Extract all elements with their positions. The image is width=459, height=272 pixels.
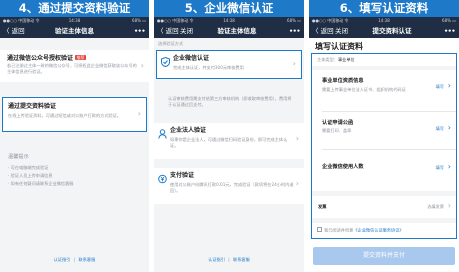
fill-button[interactable]: 填写 [436,165,444,171]
option-wechat-official-account[interactable]: 通过微信公众号授权验证 推荐 若已注册过主体一致的微信公众号，可授权此企业微信获… [0,50,149,82]
agreement-link[interactable]: 《企业微信认证服务协议》 [353,228,403,233]
option-title: 通过提交资料验证 [8,103,57,110]
subject-type: 主体类型：事业单位 [317,57,355,63]
row-description: 需要打印、盖章 [322,128,352,133]
option-title: 企业微信认证 [173,55,210,62]
payment-icon [158,174,167,184]
guide-link[interactable]: 认证指引 [54,257,71,262]
row-title: 企业微信使用人数 [322,164,364,170]
panel-fill-certification-info: 6、填写认证资料 ●●○○ 中国移动 令 14:38 68% ▭ 〈 返回 关闭… [309,0,459,272]
option-description: 在线上传验证资料，可通过短信或对公账户打款的方式验证。 [8,113,122,118]
nav-title: 提交资料认证 [372,27,412,35]
more-menu-button[interactable]: ••• [134,24,145,38]
section-label: 选择验证方式 [158,41,184,46]
contact-service-link[interactable]: 联系客服 [79,257,96,262]
divider [312,218,456,223]
panel-wework-certification: 5、企业微信认证 ●●○○ 中国移动 令 14:38 68% ▭ 〈 返回 关闭… [154,0,304,272]
row-user-count[interactable]: 企业微信使用人数 填写 › [312,154,456,184]
option-title: 通过微信公众号授权验证 [7,55,74,62]
agreement-checkbox[interactable] [317,227,322,232]
fill-button[interactable]: 填写 [436,126,444,132]
nav-bar: 〈 返回 关闭 验证主体信息 ••• [154,24,304,38]
status-bar: ●●○○ 中国移动 令 14:38 68% ▭ [309,17,459,24]
page-content: 填写认证资料 主体类型：事业单位 事业单位资质信息 需要上传事业单位法人证书、组… [309,38,459,272]
nav-bar: 〈 返回 验证主体信息 ••• [0,24,149,38]
tip-item: · 验证人员上传申请信息 [8,173,53,178]
carrier-label: ●●○○ 中国移动 令 [157,18,194,23]
row-invoice[interactable]: 发票 选填发票 › [312,199,456,215]
clock: 14:38 [378,18,390,23]
option-description: 使用对公账户向腾讯打款0.01元，完成验证（款项将在24小时内退回）。 [170,182,294,193]
option-title: 支付验证 [170,172,195,179]
page-content: 通过微信公众号授权验证 推荐 若已注册过主体一致的微信公众号，可授权此企业微信获… [0,38,149,272]
status-bar: ●●○○ 中国移动 令 14:38 68% ▭ [154,17,304,24]
row-institution-qualification[interactable]: 事业单位资质信息 需要上传事业单位法人证书、组织机构代码证 填写 › [312,74,456,110]
row-title: 事业单位资质信息 [322,78,364,84]
option-payment-verification[interactable]: 支付验证 使用对公账户向腾讯打款0.01元，完成验证（款项将在24小时内退回）。… [154,168,304,204]
contact-service-link[interactable]: 联系客服 [233,257,250,262]
tip-item: · 可在电脑端完成验证 [8,165,49,170]
row-application-letter[interactable]: 认证申请公函 需要打印、盖章 填写 › [312,116,456,148]
fee-note: 认证审核费用需支付给第三方审核机构（即收取审核费用），费用将于认证通过后支付。 [168,96,292,107]
step-title: 6、填写认证资料 [309,0,459,17]
option-description: 完成主体认证，并支付300元审核费用 [173,65,244,70]
chevron-right-icon: › [447,81,451,90]
page-content: 选择验证方式 企业微信认证 完成主体认证，并支付300元审核费用 › 认证审核费… [154,38,304,272]
row-title: 认证申请公函 [322,120,354,126]
invoice-label: 发票 [318,204,327,209]
nav-bar: 〈 返回 关闭 提交资料认证 ••• [309,24,459,38]
chevron-right-icon: › [447,201,451,210]
panel-verify-by-documents: 4、通过提交资料验证 ●●○○ 中国移动 令 14:38 68% ▭ 〈 返回 … [0,0,149,272]
agreement-row: 我已阅读并同意《企业微信认证服务协议》 [317,227,404,234]
subject-type-value: 事业单位 [337,57,355,62]
carrier-label: ●●○○ 中国移动 令 [3,18,40,23]
status-bar: ●●○○ 中国移动 令 14:38 68% ▭ [0,17,149,24]
carrier-label: ●●○○ 中国移动 令 [312,18,349,23]
subject-type-label: 主体类型： [317,57,338,62]
chevron-right-icon: › [140,61,144,70]
nav-title: 验证主体信息 [55,27,94,35]
option-legal-person-verification[interactable]: 企业法人验证 如果你是企业法人，可通过微信扫码验证身份，即可完成主体认证。 › [154,123,304,159]
chevron-right-icon: › [292,59,296,68]
divider [312,66,456,70]
option-wework-certification[interactable]: 企业微信认证 完成主体认证，并支付300元审核费用 › [156,50,302,79]
chevron-right-icon: › [295,179,299,188]
footer-links: 认证指引 | 联系客服 [208,257,250,262]
battery-indicator: 68% ▭ [132,18,146,23]
clock: 14:38 [223,18,235,23]
invoice-value: 选填发票 [427,204,444,209]
divider [322,111,456,112]
option-description: 如果你是企业法人，可通过微信扫码验证身份，即可完成主体认证。 [170,137,288,148]
tip-item: · 如有任何疑问请联系企业微信客服 [8,181,74,186]
option-description: 若已注册过主体一致的微信公众号，可授权此企业微信获取该公众号的主体信息进行验证。 [7,63,137,74]
footer-links: 认证指引 | 联系客服 [53,257,96,262]
person-icon [158,129,167,139]
step-title: 5、企业微信认证 [154,0,304,17]
nav-title: 验证主体信息 [217,27,257,35]
tips-header: 温馨提示 [8,154,29,160]
shield-check-icon [161,57,170,67]
battery-indicator: 68% ▭ [287,18,301,23]
more-menu-button[interactable]: ••• [289,24,300,38]
chevron-right-icon: › [137,109,141,118]
recommended-badge: 推荐 [74,55,86,60]
divider [312,191,456,196]
page-heading: 填写认证资料 [315,42,363,51]
certification-form: 主体类型：事业单位 事业单位资质信息 需要上传事业单位法人证书、组织机构代码证 … [311,53,457,239]
battery-indicator: 68% ▭ [442,18,456,23]
chevron-right-icon: › [295,134,299,143]
more-menu-button[interactable]: ••• [444,24,455,38]
clock: 14:38 [68,18,81,23]
divider [322,149,456,150]
fill-button[interactable]: 填写 [436,84,444,90]
option-title: 企业法人验证 [170,127,207,134]
step-title: 4、通过提交资料验证 [0,0,149,17]
row-description: 需要上传事业单位法人证书、组织机构代码证 [322,87,406,92]
option-submit-documents[interactable]: 通过提交资料验证 在线上传验证资料，可通过短信或对公账户打款的方式验证。 › [2,97,147,132]
chevron-right-icon: › [447,123,451,132]
guide-link[interactable]: 认证指引 [208,257,225,262]
agreement-prefix: 我已阅读并同意 [324,227,354,233]
chevron-right-icon: › [447,162,451,171]
submit-and-pay-button[interactable]: 提交资料并支付 [313,247,455,265]
